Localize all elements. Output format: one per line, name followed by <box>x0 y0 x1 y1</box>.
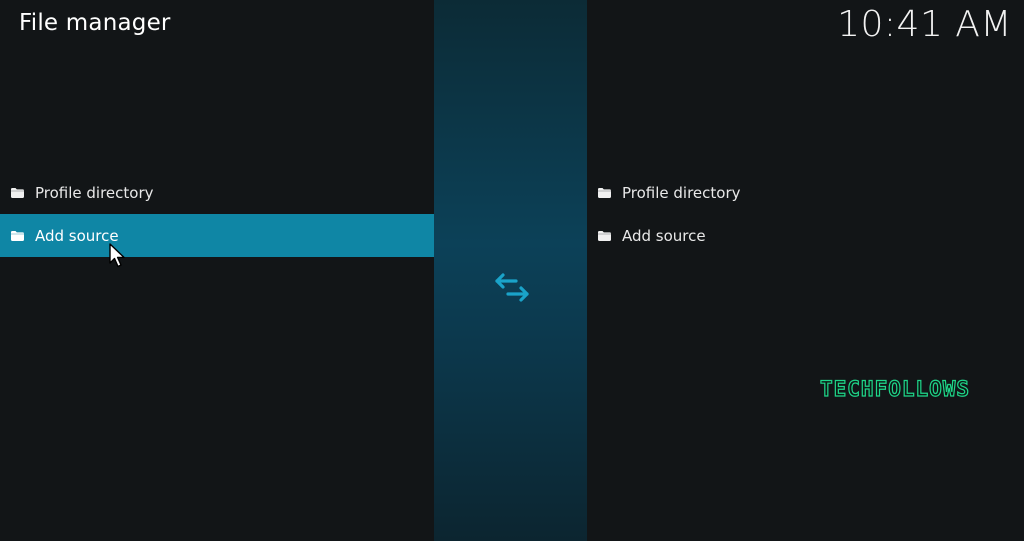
list-item-add-source[interactable]: Add source <box>0 214 434 257</box>
list-item-profile-directory[interactable]: Profile directory <box>587 171 1024 214</box>
list-item-label: Add source <box>35 226 119 245</box>
swap-arrows-icon[interactable] <box>494 272 530 304</box>
right-file-list: Profile directory Add source <box>587 171 1024 257</box>
folder-icon <box>11 230 24 241</box>
file-manager-window: File manager 10:41 AM Profile directory … <box>0 0 1024 541</box>
left-pane: Profile directory Add source <box>0 0 434 541</box>
mouse-cursor-icon <box>109 243 125 268</box>
list-item-add-source[interactable]: Add source <box>587 214 1024 257</box>
folder-icon <box>598 187 611 198</box>
list-item-profile-directory[interactable]: Profile directory <box>0 171 434 214</box>
list-item-label: Add source <box>622 226 706 245</box>
techfollows-watermark: TECHFOLLOWS <box>819 376 971 401</box>
folder-icon <box>598 230 611 241</box>
left-file-list: Profile directory Add source <box>0 171 434 257</box>
folder-icon <box>11 187 24 198</box>
center-divider-band <box>434 0 587 541</box>
right-pane: Profile directory Add source <box>587 0 1024 541</box>
list-item-label: Profile directory <box>622 183 741 202</box>
list-item-label: Profile directory <box>35 183 154 202</box>
